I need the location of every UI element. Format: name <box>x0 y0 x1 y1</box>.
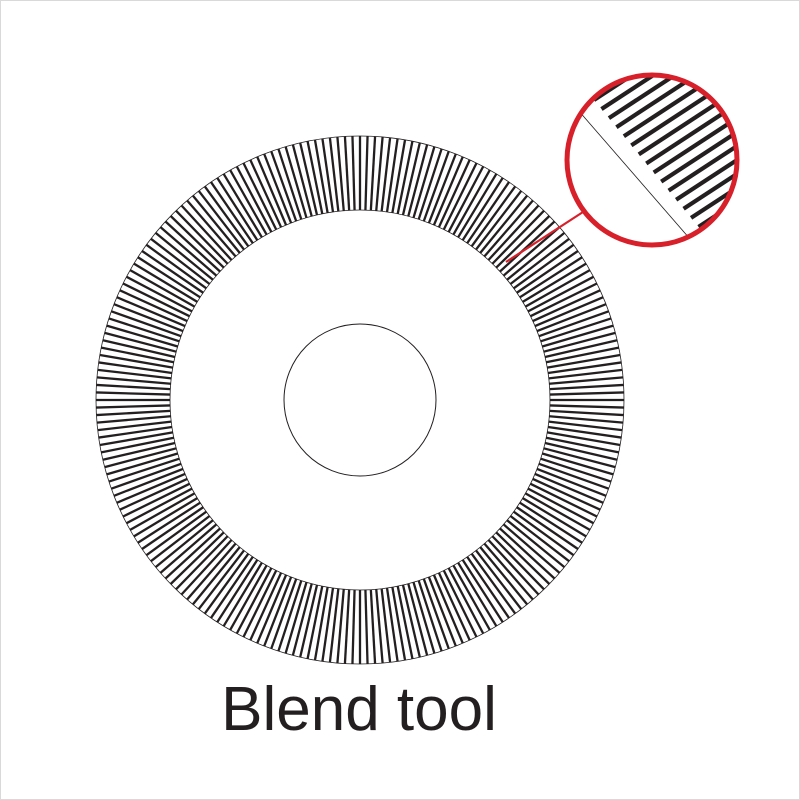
ring-line <box>343 136 351 211</box>
ring-line <box>549 415 624 424</box>
ring-line <box>437 159 471 228</box>
ring-line <box>96 415 171 424</box>
ring-line <box>532 289 601 323</box>
ring-line <box>375 136 384 211</box>
ring-line <box>547 353 621 369</box>
ring-line <box>391 587 407 661</box>
ring-line <box>343 589 351 664</box>
canvas: Blend tool <box>0 0 800 800</box>
center-circle <box>283 323 437 477</box>
ring-line <box>351 589 356 664</box>
ring-line <box>549 383 624 391</box>
ring-line <box>96 404 171 409</box>
ring-line <box>369 589 377 664</box>
ring-line <box>119 289 188 323</box>
ring-line <box>547 431 621 447</box>
ring-line <box>99 353 173 369</box>
ring-line <box>313 139 329 213</box>
ring-line <box>96 409 171 417</box>
ring-line <box>375 589 384 664</box>
ring-line <box>249 159 283 228</box>
ring-line <box>364 589 369 664</box>
ring-line <box>119 477 188 511</box>
ring-line <box>391 139 407 213</box>
ring-line <box>437 572 471 641</box>
zoom-callout <box>564 72 740 248</box>
ring-line <box>336 136 345 211</box>
ring-line <box>549 409 624 417</box>
ring-line <box>549 376 624 385</box>
ring-line <box>532 477 601 511</box>
ring-line <box>364 136 369 211</box>
ring-line <box>96 376 171 385</box>
ring-line <box>351 136 356 211</box>
caption-title: Blend tool <box>221 675 497 744</box>
ring-line <box>336 589 345 664</box>
ring-line <box>99 431 173 447</box>
ring-line <box>549 391 624 396</box>
ring-line <box>369 136 377 211</box>
ring-line <box>549 404 624 409</box>
ring-line <box>96 391 171 396</box>
ring-line <box>249 572 283 641</box>
ring-line <box>96 383 171 391</box>
ring-line <box>313 587 329 661</box>
